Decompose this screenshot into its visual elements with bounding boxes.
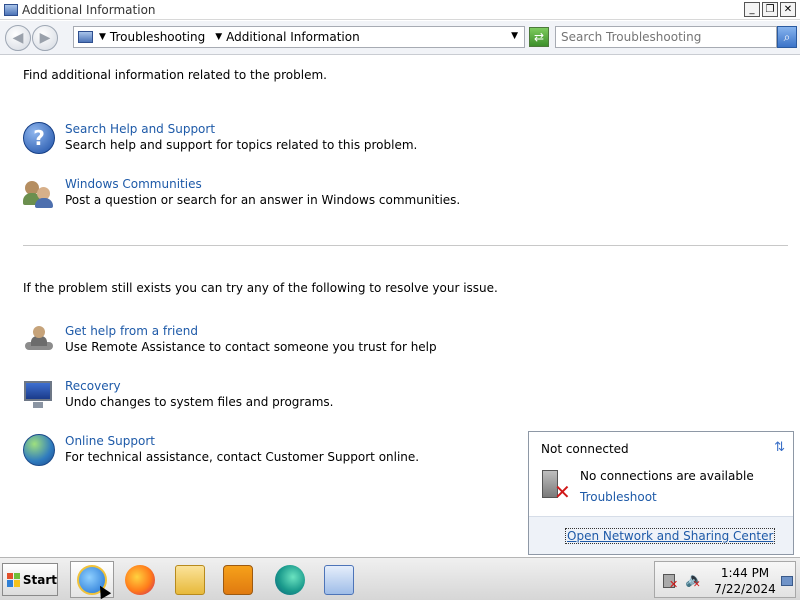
window-controls: _ ❐ ✕ (744, 2, 796, 17)
item-description: Post a question or search for an answer … (65, 193, 461, 207)
popup-footer: Open Network and Sharing Center (529, 516, 793, 554)
clock-date[interactable]: 7/22/2024 (709, 582, 781, 596)
breadcrumb-troubleshooting[interactable]: Troubleshooting (110, 30, 205, 44)
start-button[interactable]: Start (2, 563, 58, 596)
chevron-down-icon[interactable]: ▼ (215, 32, 222, 42)
network-error-icon: ✕ (669, 578, 679, 591)
item-description: Search help and support for topics relat… (65, 138, 418, 152)
show-desktop-icon[interactable] (781, 576, 793, 586)
no-connections-message: No connections are available (580, 469, 754, 483)
media-player-icon[interactable] (216, 561, 260, 598)
close-button[interactable]: ✕ (780, 2, 796, 17)
control-panel-small-icon (78, 31, 93, 43)
window-app-icon (4, 3, 18, 16)
chevron-down-icon[interactable]: ▼ (99, 32, 106, 42)
item-description: For technical assistance, contact Custom… (65, 450, 420, 464)
control-panel-icon[interactable] (317, 561, 361, 598)
refresh-connections-icon[interactable]: ⇅ (774, 440, 785, 455)
intro-text: Find additional information related to t… (23, 68, 327, 82)
no-connection-icon: ✕ (540, 470, 572, 504)
window-title: Additional Information (22, 2, 156, 17)
open-network-sharing-center-link[interactable]: Open Network and Sharing Center (565, 528, 776, 544)
item-description: Use Remote Assistance to contact someone… (65, 340, 437, 354)
address-bar[interactable]: ▼ Troubleshooting ▼ Additional Informati… (73, 26, 525, 48)
windows-logo-icon (7, 572, 20, 587)
back-arrow-icon: ◀ (12, 30, 24, 46)
system-tray: ✕ 🔈 ✕ 1:44 PM 7/22/2024 (654, 561, 796, 598)
recovery-icon (23, 379, 55, 411)
recovery-link[interactable]: Recovery (65, 379, 333, 393)
list-item: ? Search Help and Support Search help an… (23, 122, 417, 154)
title-bar: Additional Information _ ❐ ✕ (0, 0, 800, 20)
windows-communities-link[interactable]: Windows Communities (65, 177, 460, 191)
search-icon[interactable]: ⌕ (777, 26, 797, 48)
forward-arrow-icon: ▶ (39, 30, 51, 46)
item-description: Undo changes to system files and program… (65, 395, 334, 409)
help-icon: ? (23, 122, 55, 154)
navigation-bar: ◀ ▶ ▼ Troubleshooting ▼ Additional Infor… (0, 21, 800, 55)
get-help-friend-link[interactable]: Get help from a friend (65, 324, 437, 338)
address-dropdown-icon[interactable]: ▼ (511, 31, 518, 41)
file-explorer-icon[interactable] (168, 561, 212, 598)
list-item: Get help from a friend Use Remote Assist… (23, 324, 437, 356)
volume-muted-icon: ✕ (693, 580, 701, 590)
globe-icon (23, 434, 55, 466)
edge-icon[interactable] (268, 561, 312, 598)
online-support-link[interactable]: Online Support (65, 434, 419, 448)
start-label: Start (22, 572, 57, 587)
network-status-popup: Not connected ⇅ ✕ No connections are ava… (528, 431, 794, 555)
network-status-text: Not connected (541, 442, 629, 456)
back-button[interactable]: ◀ (5, 25, 31, 51)
taskbar: Start ✕ 🔈 ✕ 1:44 PM 7/22/2024 (0, 557, 800, 600)
breadcrumb-additional-information[interactable]: Additional Information (226, 30, 360, 44)
section-divider (23, 245, 788, 246)
refresh-button[interactable]: ⇄ (529, 27, 549, 47)
intro-text-2: If the problem still exists you can try … (23, 281, 498, 295)
list-item: Online Support For technical assistance,… (23, 434, 419, 466)
forward-button[interactable]: ▶ (32, 25, 58, 51)
restore-button[interactable]: ❐ (762, 2, 778, 17)
clock-time[interactable]: 1:44 PM (711, 566, 779, 580)
community-icon (23, 177, 55, 209)
search-help-link[interactable]: Search Help and Support (65, 122, 417, 136)
minimize-button[interactable]: _ (744, 2, 760, 17)
remote-assistance-icon (23, 324, 55, 356)
firefox-icon[interactable] (118, 561, 162, 598)
list-item: Windows Communities Post a question or s… (23, 177, 460, 209)
search-input[interactable] (555, 26, 777, 48)
troubleshoot-link[interactable]: Troubleshoot (580, 490, 657, 504)
list-item: Recovery Undo changes to system files an… (23, 379, 333, 411)
